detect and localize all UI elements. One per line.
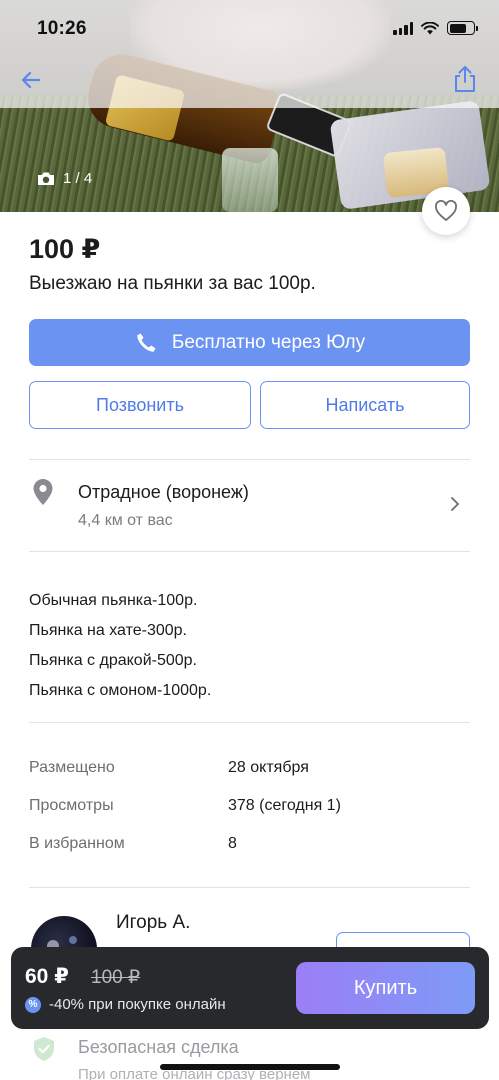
- discount-text: -40% при покупке онлайн: [49, 996, 226, 1013]
- divider: [29, 887, 470, 888]
- divider: [29, 722, 470, 723]
- write-label: Написать: [325, 394, 405, 415]
- camera-icon: [38, 172, 54, 185]
- discount-badge-icon: %: [25, 996, 41, 1013]
- call-label: Позвонить: [96, 394, 184, 415]
- stat-label-favorites: В избранном: [29, 835, 125, 852]
- listing-title: Выезжаю на пьянки за вас 100р.: [29, 273, 316, 294]
- back-arrow-icon[interactable]: [18, 66, 46, 94]
- status-icons: [393, 21, 478, 35]
- buy-bar: 60 ₽ 100 ₽ % -40% при покупке онлайн Куп…: [11, 947, 489, 1029]
- photo-glass: [222, 148, 278, 212]
- photo-counter-text: 1 / 4: [63, 170, 93, 187]
- favorite-button[interactable]: [422, 187, 470, 235]
- buy-new-price: 60 ₽: [25, 965, 69, 988]
- heart-icon: [435, 200, 457, 221]
- description-line: Пьянка на хате-300р.: [29, 622, 187, 639]
- stat-value-favorites: 8: [228, 835, 237, 852]
- signal-icon: [393, 21, 413, 35]
- listing-description: Обычная пьянка-100р. Пьянка на хате-300р…: [29, 586, 211, 706]
- chevron-right-icon[interactable]: [450, 496, 460, 512]
- call-button[interactable]: Позвонить: [29, 381, 251, 429]
- buy-button-label: Купить: [353, 976, 418, 999]
- battery-icon: [447, 21, 478, 35]
- divider: [29, 459, 470, 460]
- buy-button[interactable]: Купить: [296, 962, 475, 1014]
- description-line: Пьянка с омоном-1000р.: [29, 682, 212, 699]
- shield-check-icon: [34, 1037, 54, 1061]
- share-icon[interactable]: [451, 64, 479, 94]
- location-distance: 4,4 км от вас: [78, 512, 173, 529]
- status-time: 10:26: [37, 18, 87, 39]
- phone-icon: [137, 333, 156, 352]
- stat-value-posted: 28 октября: [228, 759, 309, 776]
- description-line: Обычная пьянка-100р.: [29, 592, 198, 609]
- status-bar: 10:26: [0, 0, 499, 56]
- stat-label-posted: Размещено: [29, 759, 115, 776]
- stat-value-views: 378 (сегодня 1): [228, 797, 341, 814]
- buy-old-price: 100 ₽: [91, 967, 141, 988]
- home-indicator[interactable]: [160, 1064, 340, 1070]
- safe-deal-title: Безопасная сделка: [78, 1037, 239, 1057]
- divider: [29, 551, 470, 552]
- free-call-label: Бесплатно через Юлу: [171, 331, 366, 353]
- write-button[interactable]: Написать: [260, 381, 470, 429]
- location-pin-icon: [33, 479, 53, 505]
- buy-discount: % -40% при покупке онлайн: [25, 996, 226, 1013]
- listing-price: 100 ₽: [29, 234, 101, 264]
- location-name[interactable]: Отрадное (воронеж): [78, 482, 249, 503]
- stat-label-views: Просмотры: [29, 797, 114, 814]
- photo-counter: 1 / 4: [37, 170, 92, 187]
- wifi-icon: [421, 21, 439, 34]
- free-call-button[interactable]: Бесплатно через Юлу: [29, 319, 470, 366]
- seller-name[interactable]: Игорь А.: [116, 912, 190, 934]
- description-line: Пьянка с дракой-500р.: [29, 652, 197, 669]
